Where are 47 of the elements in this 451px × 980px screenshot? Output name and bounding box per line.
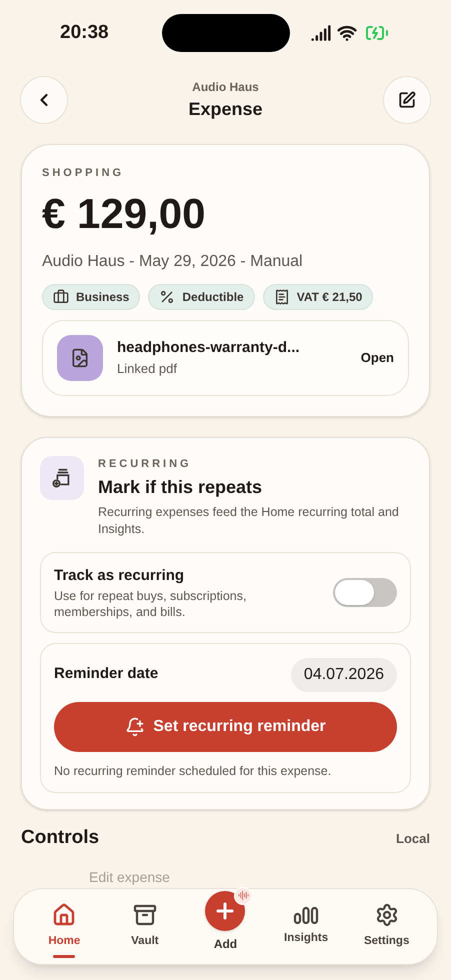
open-link[interactable]: Open: [360, 348, 394, 368]
back-button[interactable]: [20, 76, 68, 124]
reminder-note: No recurring reminder scheduled for this expense.: [54, 762, 332, 780]
tag-chip: VAT € 21,50: [262, 284, 374, 310]
expense-amount: € 129,00: [42, 188, 206, 238]
bell-icon: [125, 716, 146, 736]
toggle-label: Track as recurring: [54, 566, 186, 586]
waveform-icon: [238, 890, 249, 901]
status-time: 20:38: [60, 20, 109, 45]
briefcase-icon: [53, 288, 69, 304]
add-tab[interactable]: Add: [190, 890, 260, 952]
signal-icon: [311, 23, 331, 43]
expense-meta: Audio Haus - May 29, 2026 - Manual: [42, 252, 304, 272]
header-title: Expense: [188, 98, 263, 121]
header-subtitle: Audio Haus: [192, 78, 259, 96]
tab-item[interactable]: Home: [29, 895, 100, 958]
recurring-switch[interactable]: [333, 578, 397, 607]
section-title: Mark if this repeats: [98, 476, 264, 499]
tab-item[interactable]: Settings: [352, 895, 422, 958]
category-label: SHOPPING: [42, 166, 126, 181]
date-field[interactable]: 04.07.2026: [290, 658, 397, 692]
archive-icon: [132, 903, 157, 928]
section-description: Recurring expenses feed the Home recurring total and Insights.: [98, 504, 400, 538]
file-type: Linked pdf: [117, 360, 178, 378]
switch-thumb: [335, 580, 374, 605]
reminder-label: Reminder date: [54, 664, 158, 684]
tag-chip: Business: [42, 284, 140, 310]
percent-icon: [159, 288, 176, 304]
attachment-card[interactable]: headphones-warranty-d... Linked pdf Open: [42, 320, 409, 396]
section-eyebrow: RECURRING: [98, 456, 193, 472]
receipt-icon: [274, 288, 290, 304]
bar-chart-icon: [293, 906, 320, 924]
document-icon: [70, 348, 90, 368]
toggle-hint: Use for repeat buys, subscriptions, memberships, and bills.: [54, 588, 248, 620]
settings-icon: [374, 903, 399, 928]
tag-chip: Deductible: [148, 284, 255, 310]
controls-heading: Controls: [21, 826, 100, 850]
edit-button[interactable]: [382, 76, 431, 124]
set-reminder-button[interactable]: Set recurring reminder: [54, 702, 397, 752]
file-name: headphones-warranty-d...: [117, 338, 301, 358]
tab-item[interactable]: Insights: [271, 898, 342, 955]
home-icon: [52, 903, 76, 928]
local-label: Local: [396, 830, 430, 848]
wifi-icon: [337, 23, 357, 43]
active-indicator: [53, 954, 76, 958]
tab-item[interactable]: Vault: [110, 895, 180, 958]
edit-icon: [398, 91, 416, 109]
